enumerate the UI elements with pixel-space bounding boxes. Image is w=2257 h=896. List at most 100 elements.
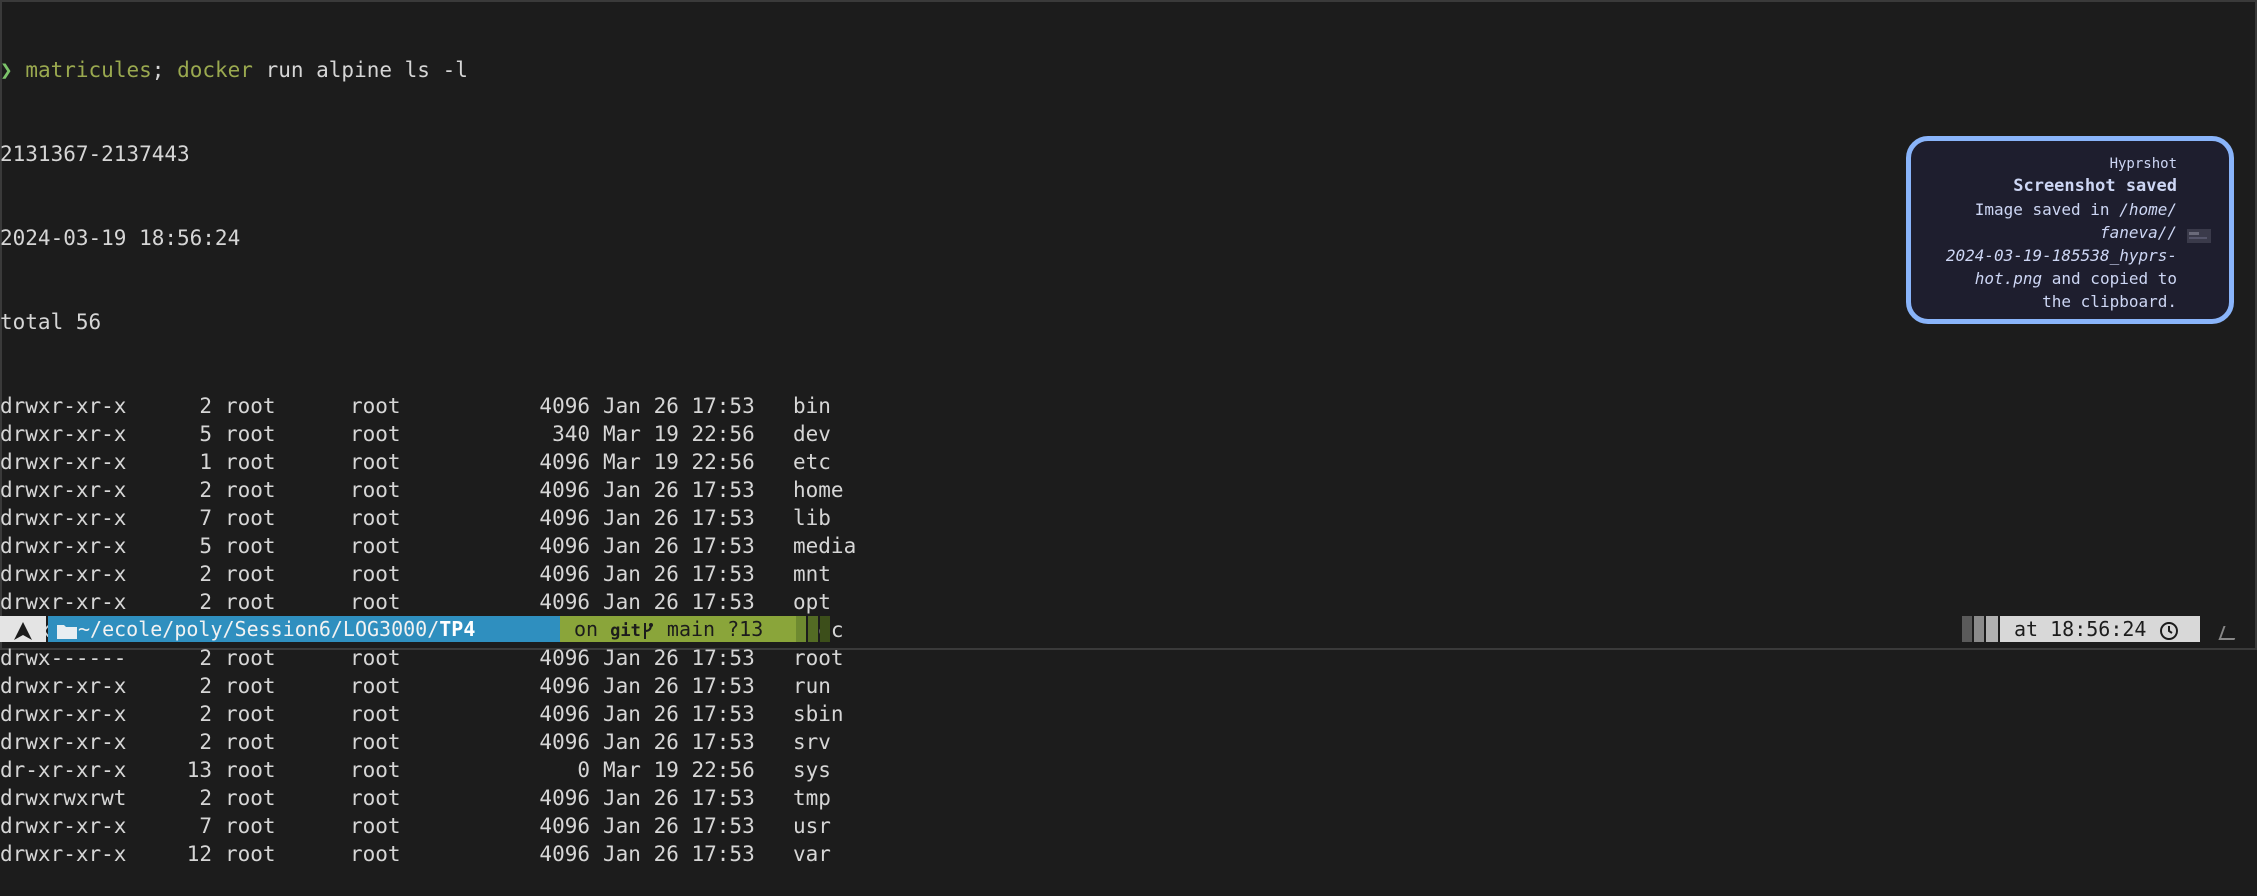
ls-permissions: drwxr-xr-x (0, 534, 127, 558)
ls-date: Jan 26 17:53 (603, 674, 755, 698)
ls-size: 4096 (539, 506, 590, 530)
ls-user: root (225, 842, 276, 866)
body-suffix-1: and copied to (2042, 269, 2177, 288)
ls-name: root (793, 646, 844, 670)
ls-group: root (350, 674, 401, 698)
ls-name: media (793, 534, 857, 558)
ls-permissions: drwxr-xr-x (0, 394, 127, 418)
ls-date: Jan 26 17:53 (603, 534, 755, 558)
ls-permissions: drwx------ (0, 646, 127, 670)
ls-date: Jan 26 17:53 (603, 562, 755, 586)
ls-permissions: drwxr-xr-x (0, 422, 127, 446)
ls-name: var (793, 842, 831, 866)
ls-row: drwxr-xr-x 2 root root 4096 Jan 26 17:53 run (0, 672, 856, 700)
ls-user: root (225, 786, 276, 810)
time-segment: at 18:56:24 (2000, 616, 2200, 642)
ls-size: 0 (577, 758, 590, 782)
ls-group: root (350, 422, 401, 446)
ls-links: 5 (199, 534, 212, 558)
ls-row: drwxr-xr-x 2 root root 4096 Jan 26 17:53 home (0, 476, 856, 504)
notification-body: Image saved in /home/ faneva// 2024-03-1… (1931, 198, 2177, 313)
command-docker: docker (177, 58, 253, 82)
ls-row: drwxr-xr-x 1 root root 4096 Mar 19 22:56 etc (0, 448, 856, 476)
ls-size: 340 (552, 422, 590, 446)
ls-size: 4096 (539, 674, 590, 698)
output-line-total: total 56 (0, 310, 102, 334)
ls-date: Jan 26 17:53 (603, 394, 755, 418)
ls-date: Jan 26 17:53 (603, 506, 755, 530)
folder-icon (57, 624, 77, 639)
ls-date: Jan 26 17:53 (603, 786, 755, 810)
directory-segment[interactable]: ~/ecole/poly/Session6/LOG3000/TP4 (48, 616, 560, 642)
ls-group: root (350, 506, 401, 530)
ls-user: root (225, 590, 276, 614)
ls-name: home (793, 478, 844, 502)
ls-permissions: drwxr-xr-x (0, 730, 127, 754)
ls-permissions: drwxr-xr-x (0, 506, 127, 530)
ls-size: 4096 (539, 394, 590, 418)
ls-size: 4096 (539, 814, 590, 838)
path-current: TP4 (439, 617, 476, 641)
git-fade-3 (820, 616, 830, 642)
ls-user: root (225, 562, 276, 586)
ls-date: Jan 26 17:53 (603, 702, 755, 726)
ls-links: 7 (199, 506, 212, 530)
notification-summary: Screenshot saved (2013, 176, 2177, 196)
ls-row: drwxr-xr-x 12 root root 4096 Jan 26 17:53 var (0, 840, 856, 868)
ls-date: Jan 26 17:53 (603, 842, 755, 866)
ls-size: 4096 (539, 534, 590, 558)
git-branch-icon (643, 622, 653, 639)
ls-row: dr-xr-xr-x 13 root root 0 Mar 19 22:56 sys (0, 756, 856, 784)
ls-date: Mar 19 22:56 (603, 422, 755, 446)
ls-size: 4096 (539, 450, 590, 474)
ls-name: bin (793, 394, 831, 418)
ls-size: 4096 (539, 842, 590, 866)
ls-links: 1 (199, 450, 212, 474)
body-prefix: Image saved in (1974, 200, 2120, 219)
ls-group: root (350, 562, 401, 586)
ls-links: 2 (199, 590, 212, 614)
resize-grip-icon[interactable] (2218, 626, 2240, 640)
ls-links: 2 (199, 478, 212, 502)
body-path-2: faneva// (2099, 223, 2177, 242)
ls-user: root (225, 702, 276, 726)
ls-user: root (225, 674, 276, 698)
ls-group: root (350, 702, 401, 726)
ls-user: root (225, 506, 276, 530)
ls-permissions: drwxrwxrwt (0, 786, 127, 810)
os-segment (0, 616, 46, 642)
ls-date: Jan 26 17:53 (603, 730, 755, 754)
clock-icon (2159, 621, 2178, 640)
ls-name: opt (793, 590, 831, 614)
ls-name: usr (793, 814, 831, 838)
ls-links: 2 (199, 730, 212, 754)
terminal-output[interactable]: ❯ matricules; docker run alpine ls -l 21… (0, 0, 856, 896)
ls-group: root (350, 534, 401, 558)
time-fade-1 (1962, 616, 1972, 642)
output-line-ids: 2131367-2137443 (0, 142, 190, 166)
ls-group: root (350, 394, 401, 418)
ls-user: root (225, 450, 276, 474)
ls-name: lib (793, 506, 831, 530)
ls-row: drwxr-xr-x 2 root root 4096 Jan 26 17:53 mnt (0, 560, 856, 588)
ls-size: 4096 (539, 478, 590, 502)
screenshot-notification[interactable]: Hyprshot Screenshot saved Image saved in… (1906, 136, 2234, 324)
ls-name: sbin (793, 702, 844, 726)
git-fade-2 (808, 616, 818, 642)
ls-permissions: drwxr-xr-x (0, 450, 127, 474)
ls-group: root (350, 842, 401, 866)
screenshot-thumbnail-icon (2187, 229, 2211, 243)
ls-permissions: drwxr-xr-x (0, 702, 127, 726)
command-line: ❯ matricules; docker run alpine ls -l (0, 56, 856, 84)
body-path-4: hot.png (1974, 269, 2043, 288)
command-separator: ; (151, 58, 165, 82)
ls-permissions: drwxr-xr-x (0, 478, 127, 502)
ls-size: 4096 (539, 786, 590, 810)
ls-links: 2 (199, 702, 212, 726)
ls-group: root (350, 478, 401, 502)
ls-links: 2 (199, 394, 212, 418)
ls-date: Mar 19 22:56 (603, 450, 755, 474)
ls-user: root (225, 478, 276, 502)
ls-permissions: drwxr-xr-x (0, 562, 127, 586)
ls-links: 2 (199, 786, 212, 810)
